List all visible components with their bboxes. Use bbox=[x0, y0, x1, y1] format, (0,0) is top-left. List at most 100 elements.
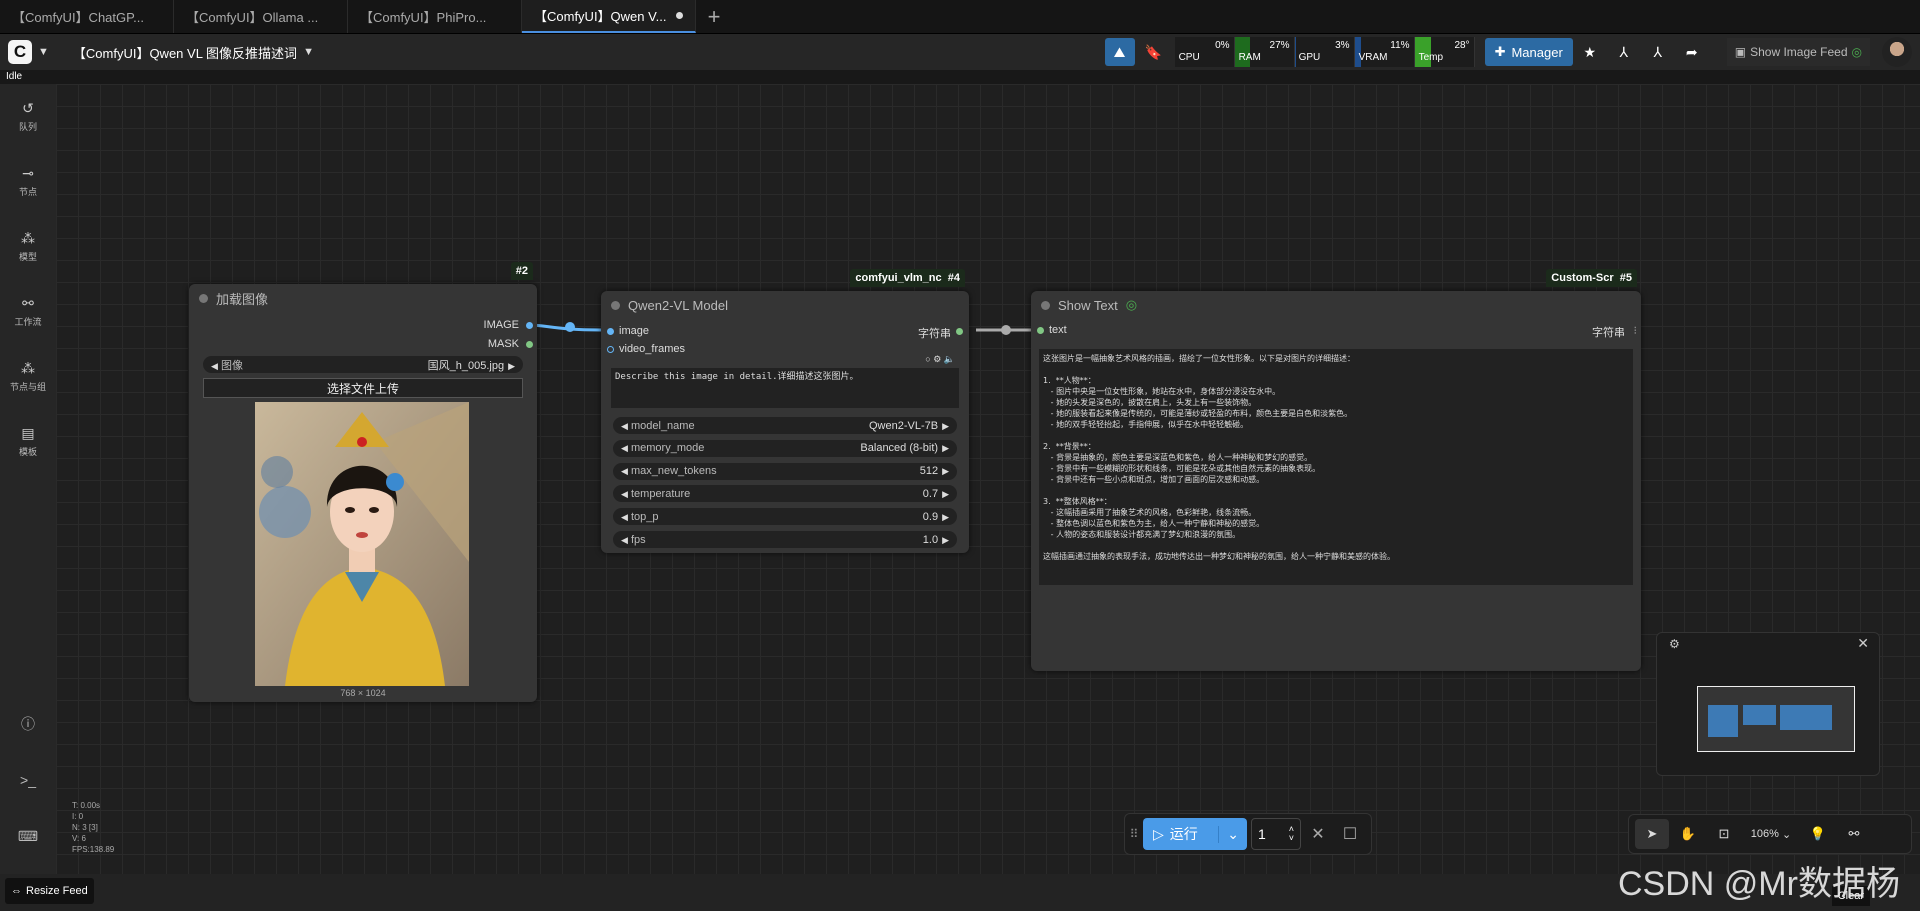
show-image-feed-button[interactable]: ▣ Show Image Feed ◎ bbox=[1726, 38, 1870, 66]
tab-chatgpt[interactable]: 【ComfyUI】ChatGP... bbox=[0, 0, 174, 33]
sidebar-item-templates[interactable]: ▤ 模板 bbox=[0, 425, 56, 458]
output-string-slot[interactable] bbox=[956, 328, 963, 335]
arrow-left-icon[interactable]: ◀ bbox=[621, 466, 628, 476]
close-icon[interactable]: ✕ bbox=[1857, 635, 1869, 652]
widget-model-name[interactable]: ◀ model_name Qwen2-VL-7B ▶ bbox=[613, 417, 957, 434]
chevron-down-icon[interactable]: ▼ bbox=[303, 46, 314, 58]
output-list-icon[interactable]: ⁝ bbox=[1634, 324, 1638, 337]
drag-handle-icon[interactable]: ⠿ bbox=[1125, 827, 1143, 841]
sidebar-item-workflows[interactable]: ⚯ 工作流 bbox=[0, 295, 56, 328]
arrow-right-icon[interactable]: ▶ bbox=[942, 466, 949, 476]
node-header[interactable]: Show Text ◎ bbox=[1031, 291, 1641, 319]
output-text[interactable]: 这张图片是一幅抽象艺术风格的插画，描绘了一位女性形象。以下是对图片的详细描述： … bbox=[1039, 349, 1633, 585]
cancel-icon[interactable]: ✕ bbox=[1301, 824, 1335, 844]
minimap-node bbox=[1708, 705, 1738, 737]
watermark: CSDN @Mr数据杨 bbox=[1618, 865, 1900, 903]
minimap[interactable]: ⚙ ✕ bbox=[1656, 632, 1880, 776]
tab-label: 【ComfyUI】Qwen V... bbox=[534, 9, 667, 24]
load-image-node[interactable]: #2 加载图像 IMAGE MASK ◀ 图像 国风_h_005.jpg ▶ 选择… bbox=[189, 262, 537, 702]
upload-button[interactable]: 选择文件上传 bbox=[203, 378, 523, 398]
widget-fps[interactable]: ◀ fps 1.0 ▶ bbox=[613, 531, 957, 548]
chevron-down-icon[interactable]: ⌄ bbox=[1218, 825, 1239, 843]
arrow-left-icon[interactable]: ◀ bbox=[621, 489, 628, 499]
lightbulb-icon[interactable]: 💡 bbox=[1801, 819, 1835, 849]
node-header[interactable]: 加载图像 bbox=[189, 284, 537, 312]
arrow-right-icon[interactable]: ▶ bbox=[942, 421, 949, 431]
run-button[interactable]: ▷ 运行 ⌄ bbox=[1143, 818, 1247, 850]
widget-max-new-tokens[interactable]: ◀ max_new_tokens 512 ▶ bbox=[613, 462, 957, 480]
hand-tool-icon[interactable]: ✋ bbox=[1671, 819, 1705, 849]
stat-nodes: N: 3 [3] bbox=[72, 823, 98, 832]
arrow-right-icon[interactable]: ▶ bbox=[942, 443, 949, 453]
minimap-settings-icon[interactable]: ⚙ bbox=[1669, 637, 1680, 651]
fit-view-icon[interactable]: ⊡ bbox=[1707, 819, 1741, 849]
link-midpoint[interactable] bbox=[1001, 325, 1011, 335]
arrow-left-icon[interactable]: ◀ bbox=[621, 512, 628, 522]
widget-memory-mode[interactable]: ◀ memory_mode Balanced (8-bit) ▶ bbox=[613, 439, 957, 457]
widget-top-p[interactable]: ◀ top_p 0.9 ▶ bbox=[613, 508, 957, 526]
arrow-right-icon[interactable]: ▶ bbox=[942, 512, 949, 522]
resize-feed-button[interactable]: ⇔ Resize Feed bbox=[5, 878, 94, 904]
select-tool-icon[interactable]: ➤ bbox=[1635, 819, 1669, 849]
keyboard-icon[interactable]: ⌨ bbox=[0, 828, 56, 845]
image-select-widget[interactable]: ◀ 图像 国风_h_005.jpg ▶ bbox=[203, 356, 523, 373]
sidebar-item-node-groups[interactable]: ⁂ 节点与组 bbox=[0, 360, 56, 393]
stepper-arrows-icon[interactable]: ˄ ˅ bbox=[1289, 825, 1294, 843]
input-text-slot[interactable] bbox=[1037, 327, 1044, 334]
comfyui-logo[interactable]: C bbox=[8, 40, 32, 64]
unsaved-dot-icon[interactable] bbox=[676, 12, 683, 19]
arrow-left-icon[interactable]: ◀ bbox=[621, 535, 628, 545]
prompt-textarea[interactable]: Describe this image in detail.详细描述这张图片。 bbox=[611, 368, 959, 408]
link-visibility-icon[interactable]: ⚯ bbox=[1837, 819, 1871, 849]
arrow-right-icon[interactable]: ▶ bbox=[942, 535, 949, 545]
sidebar-item-nodes[interactable]: ⊸ 节点 bbox=[0, 165, 56, 198]
stat-i: I: 0 bbox=[72, 812, 84, 821]
manager-button[interactable]: ✚ Manager bbox=[1484, 38, 1573, 66]
input-image-slot[interactable] bbox=[607, 328, 614, 335]
new-tab-button[interactable]: + bbox=[696, 0, 732, 33]
arrow-left-icon[interactable]: ◀ bbox=[621, 443, 628, 453]
hub-icon[interactable]: ⅄ bbox=[1607, 38, 1641, 66]
collapse-dot-icon[interactable] bbox=[199, 293, 208, 303]
stop-icon[interactable]: ☐ bbox=[1335, 824, 1365, 844]
share-icon[interactable]: ➦ bbox=[1675, 38, 1709, 66]
node-header[interactable]: Qwen2-VL Model bbox=[601, 291, 969, 319]
tab-phipro[interactable]: 【ComfyUI】PhiPro... bbox=[348, 0, 522, 33]
show-text-node[interactable]: Custom-Scr #5 Show Text ◎ text 字符串 ⁝ 这张图片… bbox=[1031, 269, 1641, 671]
collapse-dot-icon[interactable] bbox=[611, 300, 620, 310]
input-video-slot[interactable] bbox=[607, 346, 614, 353]
output-mask-slot[interactable] bbox=[526, 341, 533, 348]
widget-temperature[interactable]: ◀ temperature 0.7 ▶ bbox=[613, 485, 957, 503]
textarea-tools-icon[interactable]: ○ ⚙ 🔈 bbox=[925, 354, 955, 365]
crystools-icon[interactable]: ⛰ bbox=[1104, 38, 1135, 66]
workflow-icon: ⚯ bbox=[22, 295, 34, 311]
monitor-value: 27% bbox=[1269, 40, 1290, 51]
minimap-viewport[interactable] bbox=[1697, 686, 1855, 752]
workflow-title[interactable]: 【ComfyUI】Qwen VL 图像反推描述词 bbox=[73, 43, 297, 62]
star-icon[interactable]: ★ bbox=[1573, 38, 1607, 66]
sidebar-item-models[interactable]: ⁂ 模型 bbox=[0, 230, 56, 263]
widget-name: top_p bbox=[630, 510, 659, 523]
zoom-level[interactable]: 106% ⌄ bbox=[1743, 819, 1799, 849]
sidebar-item-queue[interactable]: ↺ 队列 bbox=[0, 100, 56, 133]
tab-ollama[interactable]: 【ComfyUI】Ollama ... bbox=[174, 0, 348, 33]
avatar[interactable] bbox=[1882, 37, 1912, 67]
arrow-right-icon[interactable]: ▶ bbox=[942, 489, 949, 499]
widget-name: temperature bbox=[630, 487, 691, 500]
arrow-right-icon[interactable]: ▶ bbox=[508, 361, 515, 371]
node-icon: ⊸ bbox=[22, 165, 34, 181]
batch-count-stepper[interactable]: 1 ˄ ˅ bbox=[1251, 818, 1301, 850]
qwen2-vl-node[interactable]: comfyui_vlm_nc #4 Qwen2-VL Model image v… bbox=[601, 269, 969, 553]
help-icon[interactable]: ⓘ bbox=[0, 714, 56, 734]
tab-qwen[interactable]: 【ComfyUI】Qwen V... bbox=[522, 0, 696, 33]
arrow-left-icon[interactable]: ◀ bbox=[211, 361, 218, 371]
collapse-dot-icon[interactable] bbox=[1041, 300, 1050, 310]
output-image-slot[interactable] bbox=[526, 322, 533, 329]
graph-canvas[interactable]: #2 加载图像 IMAGE MASK ◀ 图像 国风_h_005.jpg ▶ 选择… bbox=[56, 84, 1920, 874]
chevron-down-icon[interactable]: ▼ bbox=[38, 46, 49, 58]
hub-alt-icon[interactable]: ⅄ bbox=[1641, 38, 1675, 66]
terminal-icon[interactable]: >_ bbox=[0, 772, 56, 788]
link-midpoint[interactable] bbox=[565, 322, 575, 332]
arrow-left-icon[interactable]: ◀ bbox=[621, 421, 628, 431]
bookmark-icon[interactable]: 🔖 bbox=[1139, 38, 1169, 66]
